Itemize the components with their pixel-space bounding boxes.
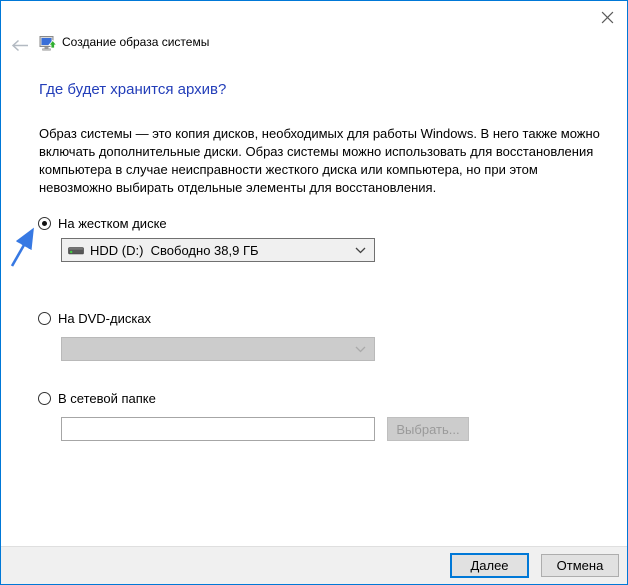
description-line: включать дополнительные диски. Образ сис… [39, 143, 604, 161]
radio-button-dvd[interactable] [38, 312, 51, 325]
radio-option-network[interactable]: В сетевой папке [38, 391, 156, 406]
chevron-down-icon [355, 346, 366, 353]
radio-label-hard-disk[interactable]: На жестком диске [58, 216, 167, 231]
description-line: невозможно выбирать отдельные элементы д… [39, 179, 604, 197]
radio-button-network[interactable] [38, 392, 51, 405]
network-path-input[interactable] [61, 417, 375, 441]
footer-bar [1, 546, 627, 584]
radio-option-hard-disk[interactable]: На жестком диске [38, 216, 167, 231]
wizard-title: Создание образа системы [62, 35, 209, 49]
back-button[interactable] [10, 37, 30, 53]
hard-disk-dropdown-value: HDD (D:) Свободно 38,9 ГБ [90, 243, 355, 258]
browse-button[interactable]: Выбрать... [387, 417, 469, 441]
back-arrow-icon [11, 39, 29, 52]
hard-disk-dropdown[interactable]: HDD (D:) Свободно 38,9 ГБ [61, 238, 375, 262]
wizard-window: Создание образа системы Где будет хранит… [0, 0, 628, 585]
wizard-header: Создание образа системы [1, 31, 627, 59]
description-line: Образ системы — это копия дисков, необхо… [39, 125, 604, 143]
next-button[interactable]: Далее [450, 553, 529, 578]
cancel-button[interactable]: Отмена [541, 554, 619, 577]
page-heading: Где будет хранится архив? [39, 81, 226, 98]
description-line: компьютера в случае неисправности жестко… [39, 161, 604, 179]
chevron-down-icon [355, 247, 366, 254]
hard-drive-icon [68, 244, 84, 257]
radio-button-hard-disk[interactable] [38, 217, 51, 230]
radio-label-dvd[interactable]: На DVD-дисках [58, 311, 151, 326]
close-icon [601, 11, 614, 24]
description-text: Образ системы — это копия дисков, необхо… [39, 125, 604, 197]
dvd-dropdown[interactable] [61, 337, 375, 361]
system-image-icon [39, 34, 57, 52]
radio-option-dvd[interactable]: На DVD-дисках [38, 311, 151, 326]
radio-label-network[interactable]: В сетевой папке [58, 391, 156, 406]
close-button[interactable] [596, 6, 618, 28]
